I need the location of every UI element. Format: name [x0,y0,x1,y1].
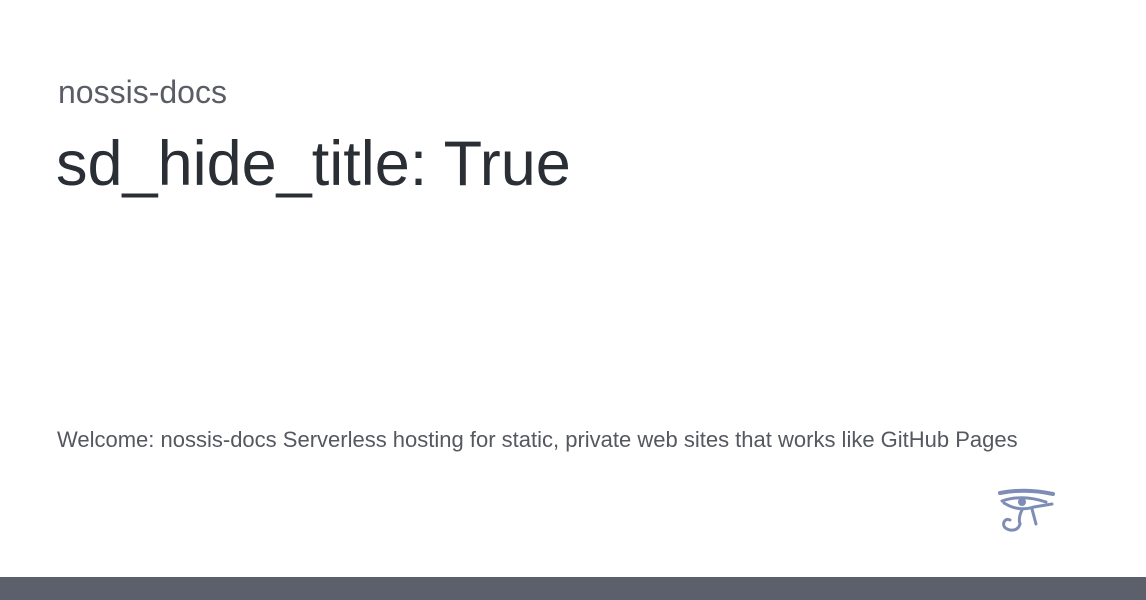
page-description: Welcome: nossis-docs Serverless hosting … [57,427,1018,452]
footer-bar [0,577,1146,600]
eye-of-horus-icon [998,488,1055,532]
page-title: sd_hide_title: True [56,129,571,199]
site-name: nossis-docs [58,74,227,110]
